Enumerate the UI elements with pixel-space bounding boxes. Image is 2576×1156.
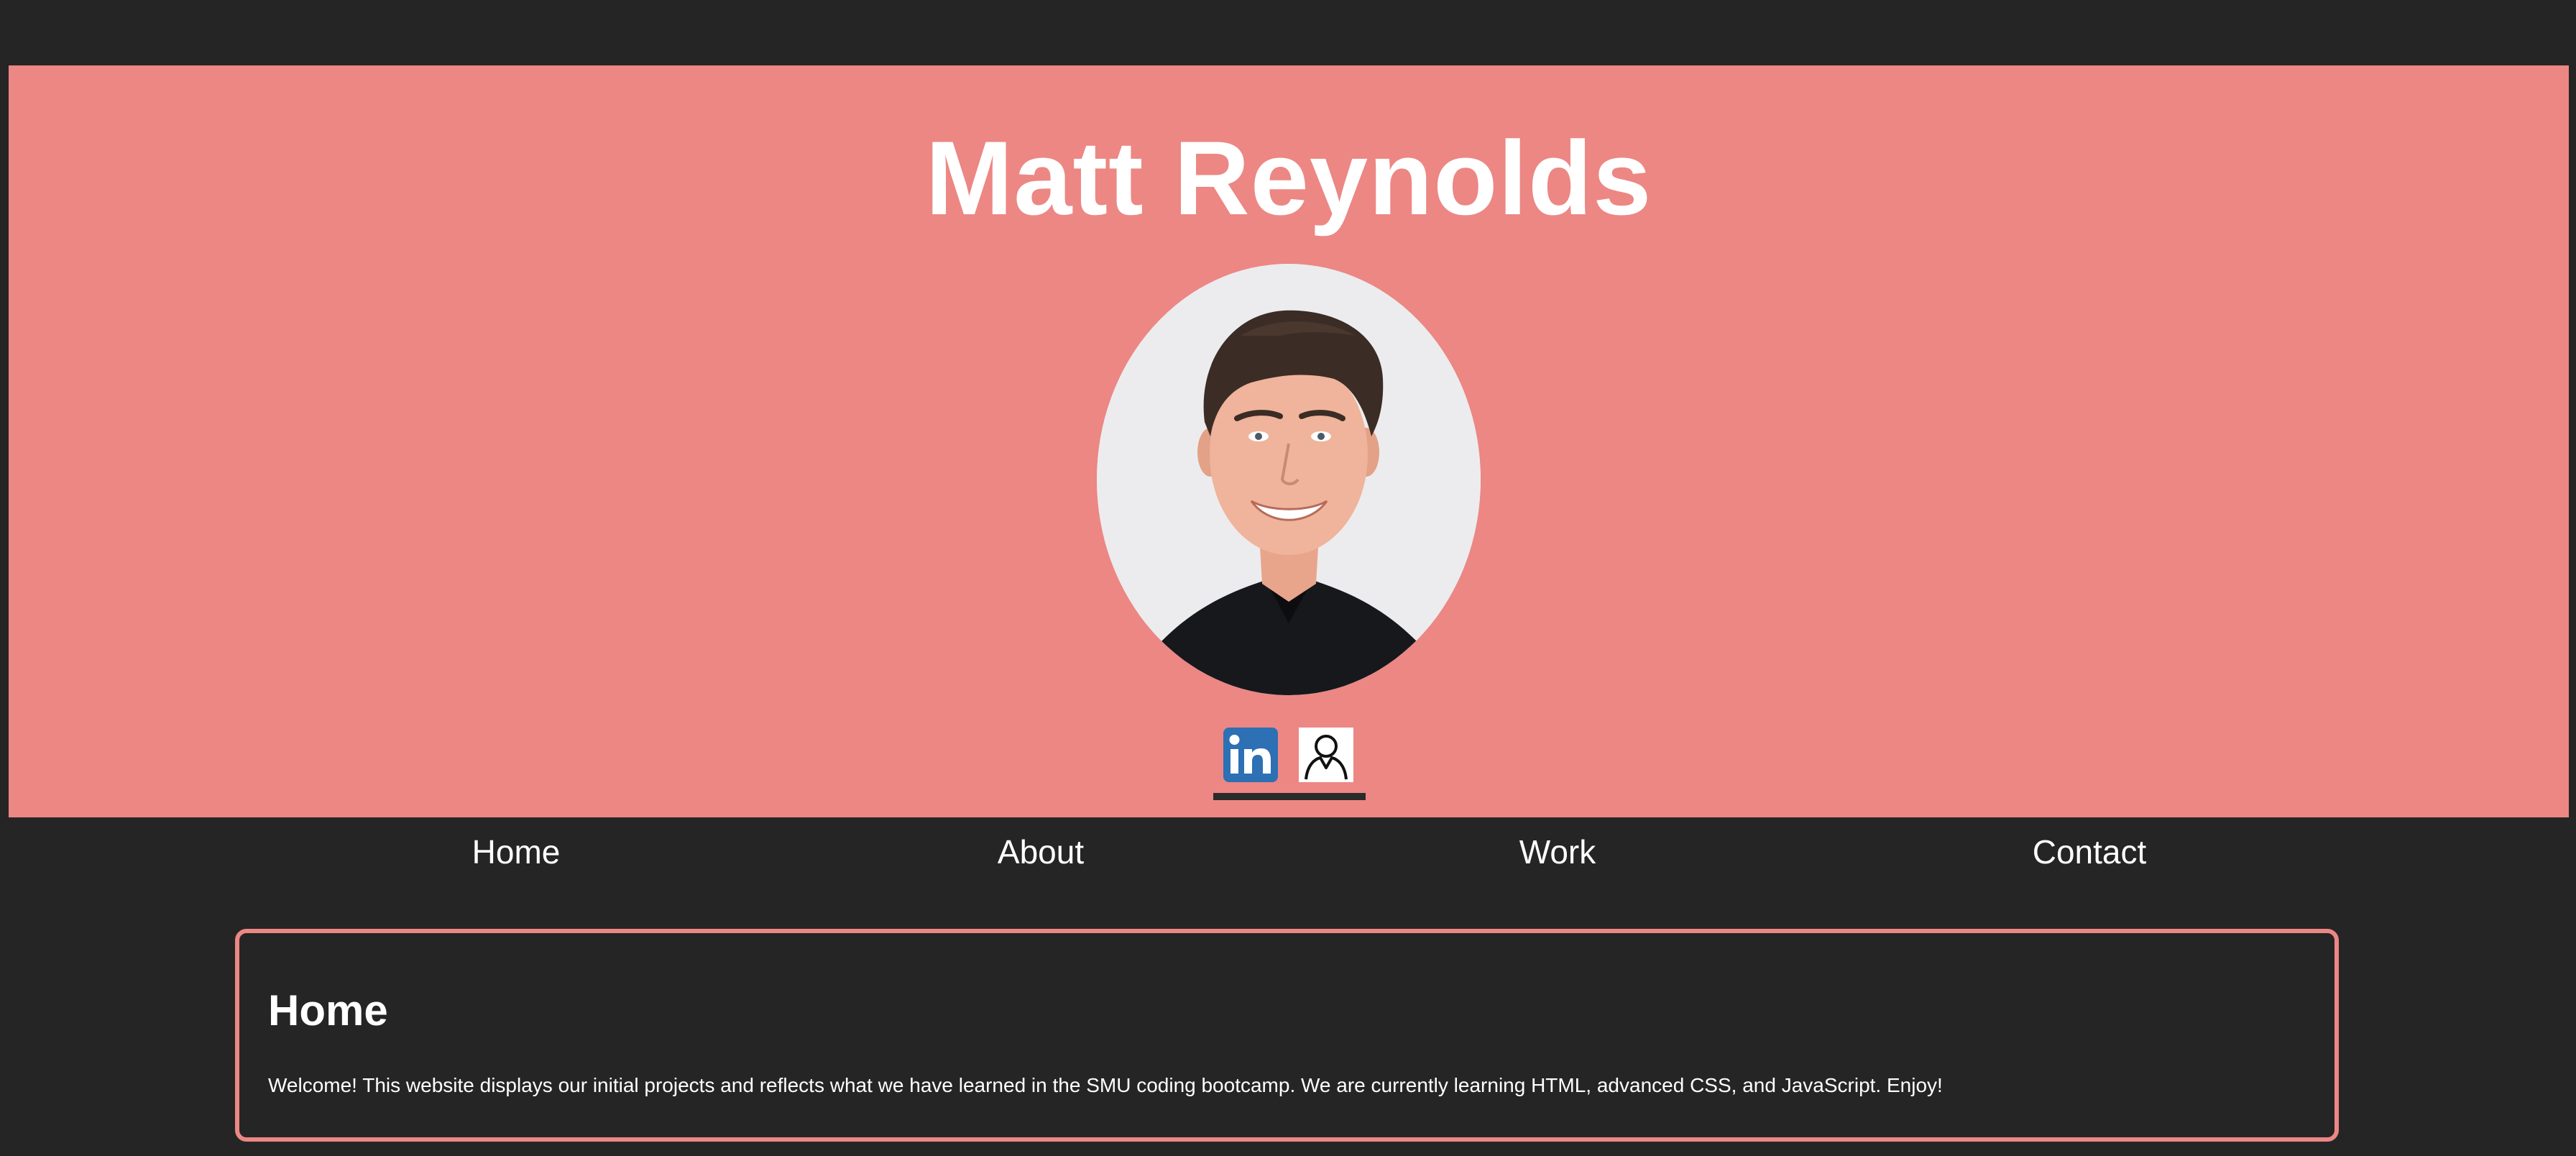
site-title: Matt Reynolds — [925, 119, 1652, 237]
resume-person-icon — [1299, 728, 1353, 782]
nav-home[interactable]: Home — [472, 830, 561, 873]
linkedin-link[interactable] — [1223, 728, 1278, 782]
main-nav: Home About Work Contact — [0, 830, 2576, 873]
resume-link[interactable] — [1299, 728, 1353, 782]
profile-photo-illustration — [1097, 264, 1481, 695]
nav-about[interactable]: About — [998, 830, 1084, 873]
site-header: Matt Reynolds — [9, 65, 2569, 817]
page: Matt Reynolds Home About Work Contact Ho… — [0, 0, 2576, 1156]
nav-contact[interactable]: Contact — [2033, 830, 2147, 873]
social-links-underline — [1213, 793, 1366, 800]
section-text: Welcome! This website displays our initi… — [268, 1074, 1943, 1096]
section-title: Home — [268, 986, 388, 1035]
home-section: Home Welcome! This website displays our … — [235, 929, 2339, 1142]
linkedin-icon — [1223, 728, 1278, 782]
nav-work[interactable]: Work — [1519, 830, 1596, 873]
profile-photo — [1097, 264, 1481, 695]
